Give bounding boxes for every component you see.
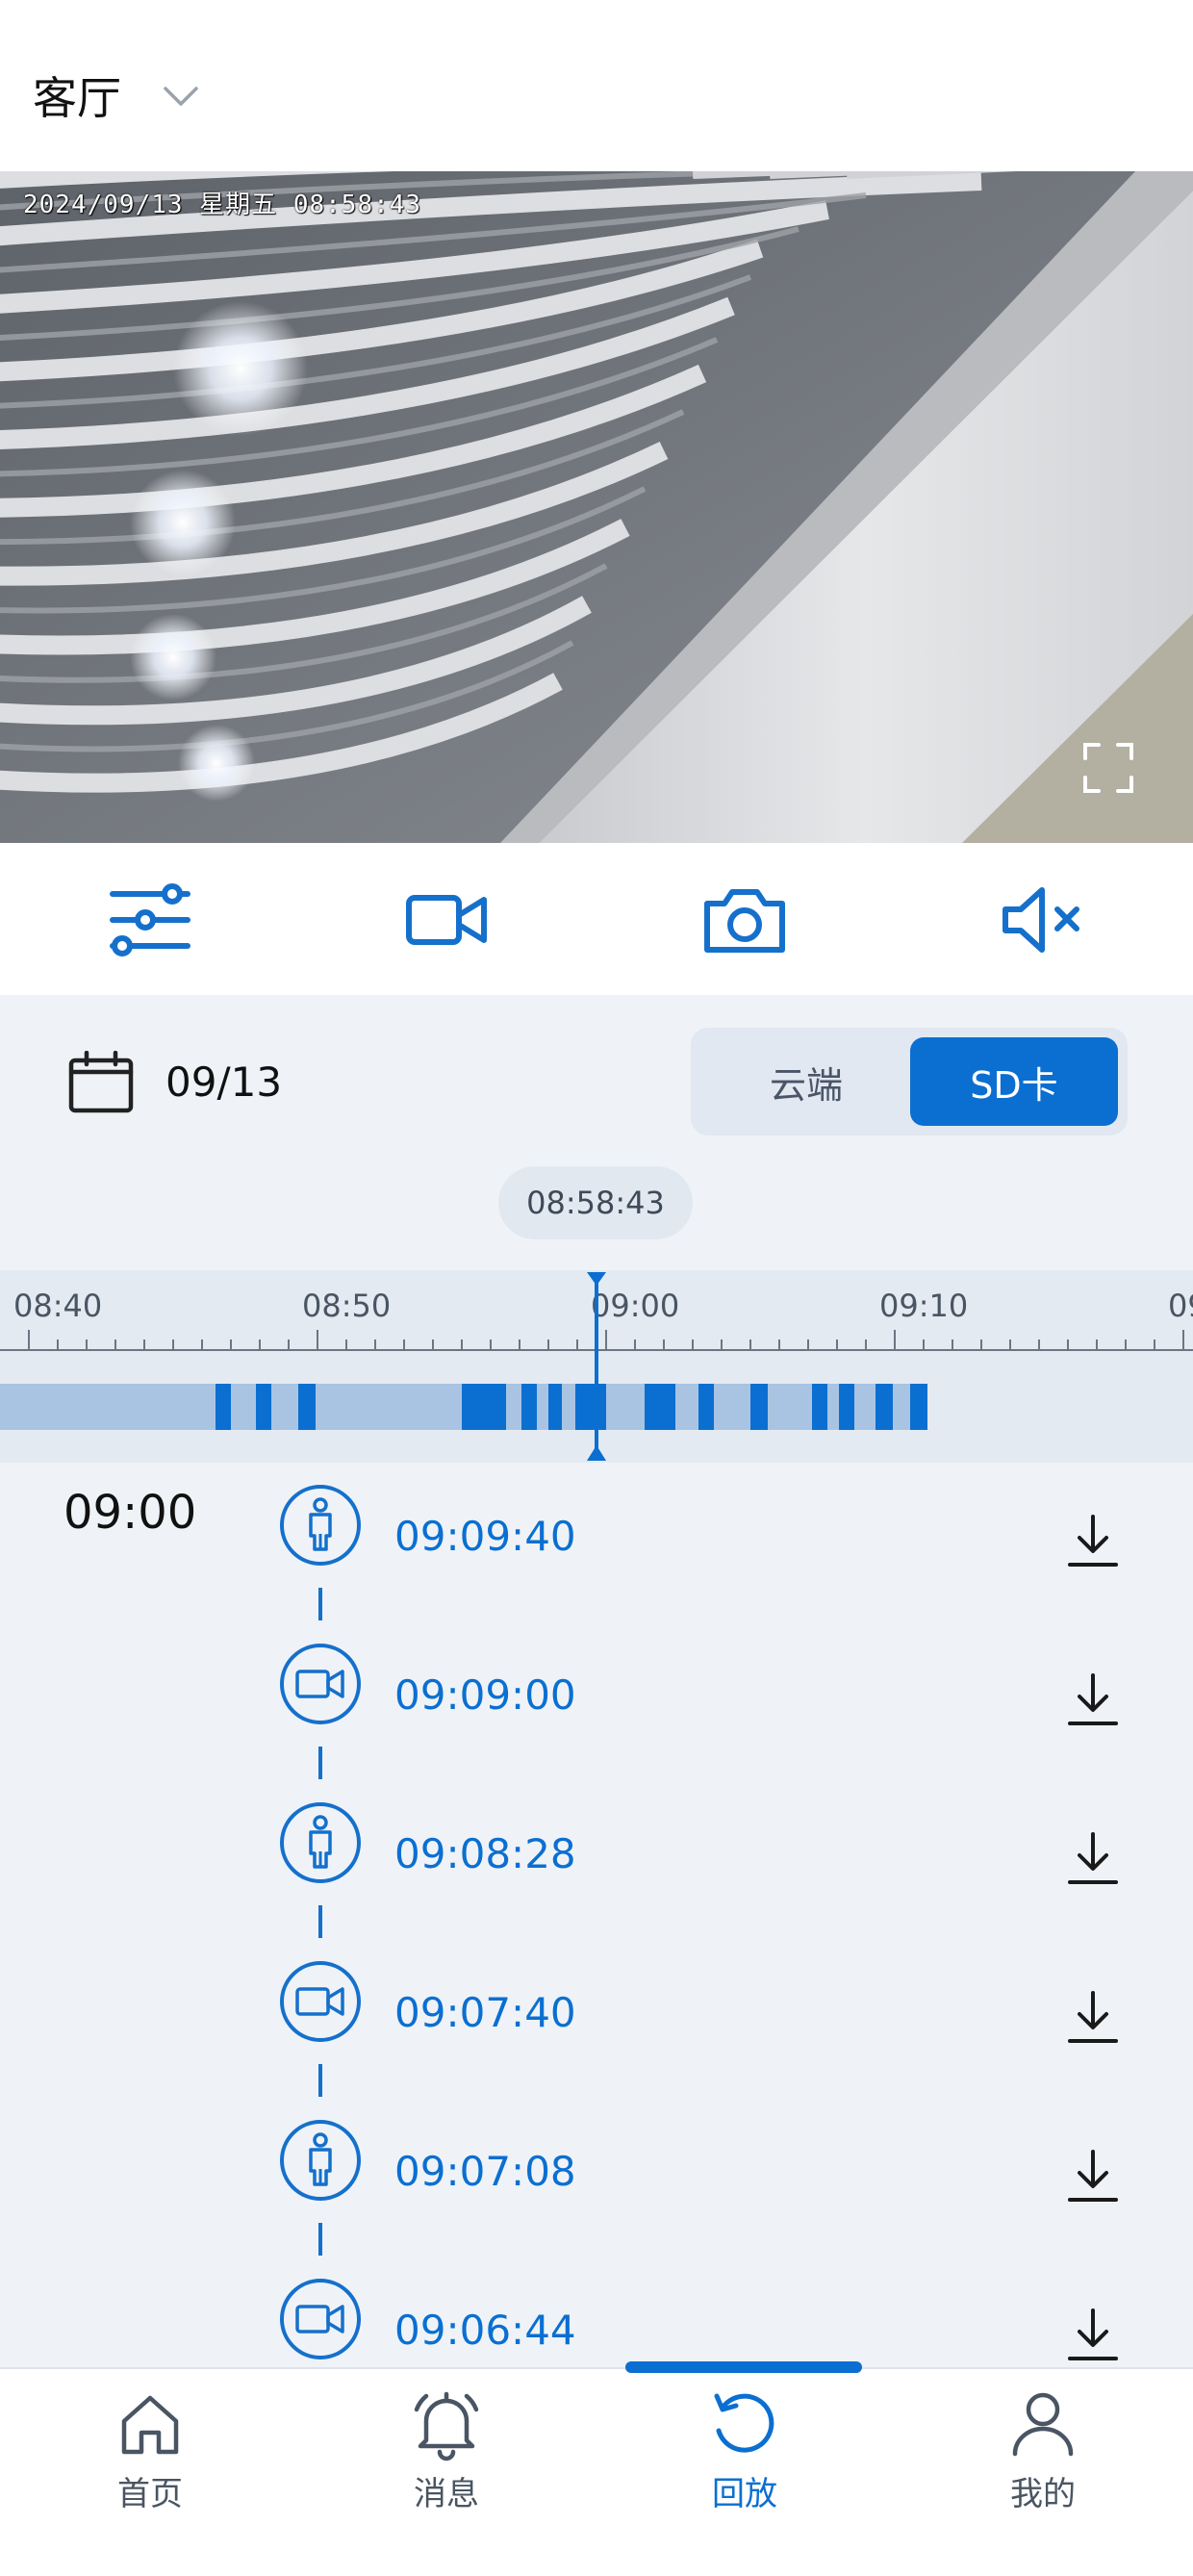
current-time-chip: 08:58:43 <box>498 1166 693 1239</box>
replay-icon <box>714 2393 774 2453</box>
event-time[interactable]: 09:07:40 <box>394 1989 576 2036</box>
event-segment[interactable] <box>216 1384 231 1430</box>
event-time[interactable]: 09:06:44 <box>394 2307 576 2354</box>
person-icon <box>279 1801 362 1884</box>
nav-label: 消息 <box>414 2475 479 2513</box>
person-icon <box>279 1484 362 1567</box>
calendar-icon[interactable] <box>67 1051 135 1114</box>
mute-icon <box>1003 887 1079 953</box>
event-segment[interactable] <box>698 1384 714 1430</box>
nav-profile[interactable]: 我的 <box>947 2386 1139 2531</box>
event-segment[interactable] <box>812 1384 827 1430</box>
nav-playback[interactable]: 回放 <box>648 2386 841 2531</box>
event-connector <box>318 1905 322 1938</box>
event-segment[interactable] <box>256 1384 271 1430</box>
event-time[interactable]: 09:09:00 <box>394 1671 576 1719</box>
camera-icon <box>704 889 785 953</box>
home-icon <box>121 2395 179 2455</box>
download-icon[interactable] <box>1066 1989 1120 2047</box>
event-segment[interactable] <box>645 1384 675 1430</box>
event-connector <box>318 1588 322 1620</box>
mute-button[interactable] <box>995 874 1087 966</box>
video-camera-icon <box>279 1643 362 1725</box>
download-icon[interactable] <box>1066 1830 1120 1888</box>
event-segment[interactable] <box>548 1384 562 1430</box>
event-time[interactable]: 09:07:08 <box>394 2148 576 2195</box>
active-tab-indicator <box>625 2361 862 2373</box>
fullscreen-icon[interactable] <box>1081 741 1135 795</box>
person-icon <box>279 2119 362 2202</box>
timeline-tick-label: 08:50 <box>302 1288 392 1324</box>
event-connector <box>318 1747 322 1779</box>
nav-label: 首页 <box>117 2475 183 2513</box>
nav-home[interactable]: 首页 <box>54 2386 246 2531</box>
tab-sd-card[interactable]: SD卡 <box>910 1037 1118 1126</box>
tab-cloud[interactable]: 云端 <box>702 1037 910 1126</box>
video-timestamp-overlay: 2024/09/13 星期五 08:58:43 <box>23 191 422 219</box>
snapshot-button[interactable] <box>698 874 791 966</box>
video-player[interactable] <box>0 171 1193 843</box>
sliders-icon <box>110 883 190 956</box>
download-icon[interactable] <box>1066 1513 1120 1570</box>
event-segment[interactable] <box>462 1384 506 1430</box>
event-connector <box>318 2223 322 2256</box>
timeline-tick-label: 09: <box>1168 1288 1193 1324</box>
camera-feed-image <box>0 171 1193 843</box>
nav-label: 我的 <box>1010 2475 1076 2513</box>
event-segment[interactable] <box>298 1384 316 1430</box>
event-hour-label: 09:00 <box>63 1486 197 1540</box>
bell-icon <box>414 2391 479 2461</box>
record-button[interactable] <box>400 874 493 966</box>
nav-label: 回放 <box>712 2475 777 2513</box>
event-segment[interactable] <box>839 1384 854 1430</box>
nav-messages[interactable]: 消息 <box>350 2386 543 2531</box>
timeline-playhead[interactable] <box>583 1270 610 1463</box>
video-camera-icon <box>279 2278 362 2360</box>
video-camera-icon <box>406 895 487 945</box>
chevron-down-icon[interactable] <box>160 75 202 117</box>
event-time[interactable]: 09:09:40 <box>394 1513 576 1560</box>
user-icon <box>1012 2392 1074 2457</box>
timeline-tick-label: 09:10 <box>879 1288 969 1324</box>
event-time[interactable]: 09:08:28 <box>394 1830 576 1877</box>
event-connector <box>318 2064 322 2097</box>
event-segment[interactable] <box>521 1384 537 1430</box>
event-segment[interactable] <box>750 1384 768 1430</box>
settings-button[interactable] <box>104 874 196 966</box>
room-title[interactable]: 客厅 <box>33 64 121 127</box>
event-segment[interactable] <box>910 1384 927 1430</box>
download-icon[interactable] <box>1066 1671 1120 1729</box>
download-icon[interactable] <box>1066 2307 1120 2364</box>
timeline-tick-label: 08:40 <box>13 1288 103 1324</box>
selected-date[interactable]: 09/13 <box>165 1058 282 1106</box>
download-icon[interactable] <box>1066 2148 1120 2206</box>
event-segment[interactable] <box>876 1384 893 1430</box>
video-camera-icon <box>279 1960 362 2043</box>
